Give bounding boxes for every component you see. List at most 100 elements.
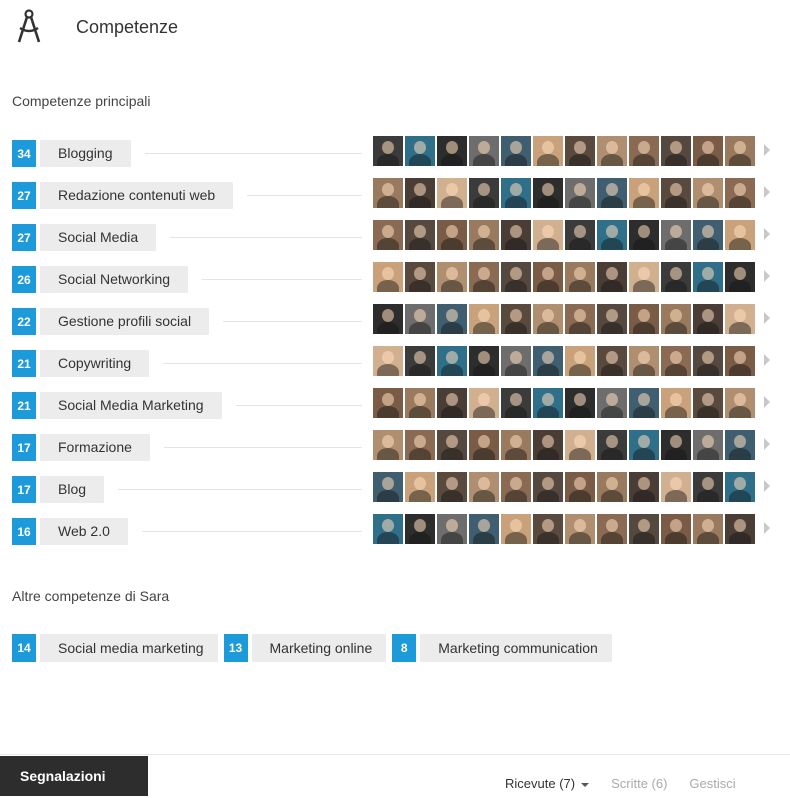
endorser-avatar[interactable] bbox=[405, 472, 435, 502]
endorser-avatar[interactable] bbox=[405, 430, 435, 460]
endorser-avatar[interactable] bbox=[437, 472, 467, 502]
endorsement-count-badge[interactable]: 17 bbox=[12, 434, 36, 461]
endorser-avatar[interactable] bbox=[597, 304, 627, 334]
endorser-avatar[interactable] bbox=[597, 346, 627, 376]
endorser-avatar[interactable] bbox=[629, 472, 659, 502]
endorser-avatar[interactable] bbox=[565, 430, 595, 460]
endorser-avatar[interactable] bbox=[725, 262, 755, 292]
endorsement-count-badge[interactable]: 27 bbox=[12, 224, 36, 251]
endorser-avatar[interactable] bbox=[597, 472, 627, 502]
endorser-avatar[interactable] bbox=[725, 388, 755, 418]
endorser-avatar[interactable] bbox=[693, 136, 723, 166]
endorser-avatar[interactable] bbox=[405, 388, 435, 418]
endorser-avatar[interactable] bbox=[501, 472, 531, 502]
endorser-avatar[interactable] bbox=[533, 220, 563, 250]
endorser-avatar[interactable] bbox=[501, 136, 531, 166]
endorser-avatar[interactable] bbox=[661, 430, 691, 460]
endorser-avatar[interactable] bbox=[597, 178, 627, 208]
endorser-avatar[interactable] bbox=[725, 220, 755, 250]
endorser-avatar[interactable] bbox=[661, 346, 691, 376]
endorser-avatar[interactable] bbox=[437, 178, 467, 208]
endorser-avatar[interactable] bbox=[533, 346, 563, 376]
endorser-avatar[interactable] bbox=[725, 430, 755, 460]
skill-name[interactable]: Formazione bbox=[40, 434, 150, 461]
endorser-avatar[interactable] bbox=[629, 262, 659, 292]
skill-name[interactable]: Social Networking bbox=[40, 266, 189, 293]
skill-name[interactable]: Web 2.0 bbox=[40, 518, 128, 545]
endorser-avatar[interactable] bbox=[533, 430, 563, 460]
endorser-avatar[interactable] bbox=[725, 136, 755, 166]
endorsement-count-badge[interactable]: 27 bbox=[12, 182, 36, 209]
endorser-avatar[interactable] bbox=[565, 304, 595, 334]
endorser-avatar[interactable] bbox=[693, 472, 723, 502]
endorser-avatar[interactable] bbox=[661, 472, 691, 502]
endorser-avatar[interactable] bbox=[533, 136, 563, 166]
endorser-avatar[interactable] bbox=[437, 514, 467, 544]
endorser-avatar[interactable] bbox=[405, 514, 435, 544]
endorser-avatar[interactable] bbox=[469, 220, 499, 250]
endorser-avatar[interactable] bbox=[693, 346, 723, 376]
endorser-avatar[interactable] bbox=[405, 346, 435, 376]
endorser-avatar[interactable] bbox=[629, 346, 659, 376]
endorser-avatar[interactable] bbox=[661, 262, 691, 292]
endorser-avatar[interactable] bbox=[693, 388, 723, 418]
caret-down-icon[interactable] bbox=[581, 782, 590, 787]
endorser-avatar[interactable] bbox=[661, 304, 691, 334]
recommendations-tab[interactable]: Segnalazioni bbox=[0, 756, 148, 796]
endorser-avatar[interactable] bbox=[373, 430, 403, 460]
endorser-avatar[interactable] bbox=[501, 262, 531, 292]
skill-name[interactable]: Social Media bbox=[40, 224, 157, 251]
endorser-avatar[interactable] bbox=[437, 304, 467, 334]
endorser-avatar[interactable] bbox=[469, 514, 499, 544]
endorser-avatar[interactable] bbox=[533, 472, 563, 502]
endorser-avatar[interactable] bbox=[597, 514, 627, 544]
endorser-avatar[interactable] bbox=[597, 136, 627, 166]
endorser-avatar[interactable] bbox=[693, 514, 723, 544]
chevron-right-icon[interactable] bbox=[764, 312, 770, 324]
skill-name[interactable]: Copywriting bbox=[40, 350, 150, 377]
endorsement-count-badge[interactable]: 17 bbox=[12, 476, 36, 503]
endorser-avatar[interactable] bbox=[533, 514, 563, 544]
endorser-avatar[interactable] bbox=[533, 388, 563, 418]
endorser-avatar[interactable] bbox=[405, 178, 435, 208]
endorser-avatar[interactable] bbox=[469, 346, 499, 376]
skill-name[interactable]: Social media marketing bbox=[40, 634, 218, 662]
endorser-avatar[interactable] bbox=[501, 178, 531, 208]
endorser-avatar[interactable] bbox=[661, 220, 691, 250]
endorser-avatar[interactable] bbox=[693, 262, 723, 292]
endorser-avatar[interactable] bbox=[533, 178, 563, 208]
skill-name[interactable]: Blogging bbox=[40, 140, 131, 167]
chevron-right-icon[interactable] bbox=[764, 396, 770, 408]
chevron-right-icon[interactable] bbox=[764, 270, 770, 282]
skill-name[interactable]: Marketing online bbox=[251, 634, 387, 662]
endorsement-count-badge[interactable]: 34 bbox=[12, 140, 36, 167]
endorser-avatar[interactable] bbox=[437, 346, 467, 376]
skill-name[interactable]: Redazione contenuti web bbox=[40, 182, 234, 209]
endorser-avatar[interactable] bbox=[501, 220, 531, 250]
endorser-avatar[interactable] bbox=[437, 220, 467, 250]
skill-name[interactable]: Marketing communication bbox=[420, 634, 612, 662]
other-skill[interactable]: 13 Marketing online bbox=[223, 634, 387, 662]
skill-name[interactable]: Social Media Marketing bbox=[40, 392, 222, 419]
chevron-right-icon[interactable] bbox=[764, 354, 770, 366]
endorser-avatar[interactable] bbox=[565, 136, 595, 166]
endorser-avatar[interactable] bbox=[725, 304, 755, 334]
endorser-avatar[interactable] bbox=[533, 304, 563, 334]
endorser-avatar[interactable] bbox=[629, 136, 659, 166]
endorser-avatar[interactable] bbox=[469, 304, 499, 334]
endorser-avatar[interactable] bbox=[597, 430, 627, 460]
endorsement-count-badge[interactable]: 22 bbox=[12, 308, 36, 335]
endorser-avatar[interactable] bbox=[629, 388, 659, 418]
endorser-avatar[interactable] bbox=[629, 220, 659, 250]
chevron-right-icon[interactable] bbox=[764, 144, 770, 156]
endorser-avatar[interactable] bbox=[373, 178, 403, 208]
endorser-avatar[interactable] bbox=[565, 178, 595, 208]
endorser-avatar[interactable] bbox=[373, 472, 403, 502]
endorser-avatar[interactable] bbox=[693, 220, 723, 250]
endorser-avatar[interactable] bbox=[725, 346, 755, 376]
endorser-avatar[interactable] bbox=[661, 178, 691, 208]
endorser-avatar[interactable] bbox=[661, 514, 691, 544]
chevron-right-icon[interactable] bbox=[764, 186, 770, 198]
endorser-avatar[interactable] bbox=[469, 136, 499, 166]
endorser-avatar[interactable] bbox=[565, 346, 595, 376]
